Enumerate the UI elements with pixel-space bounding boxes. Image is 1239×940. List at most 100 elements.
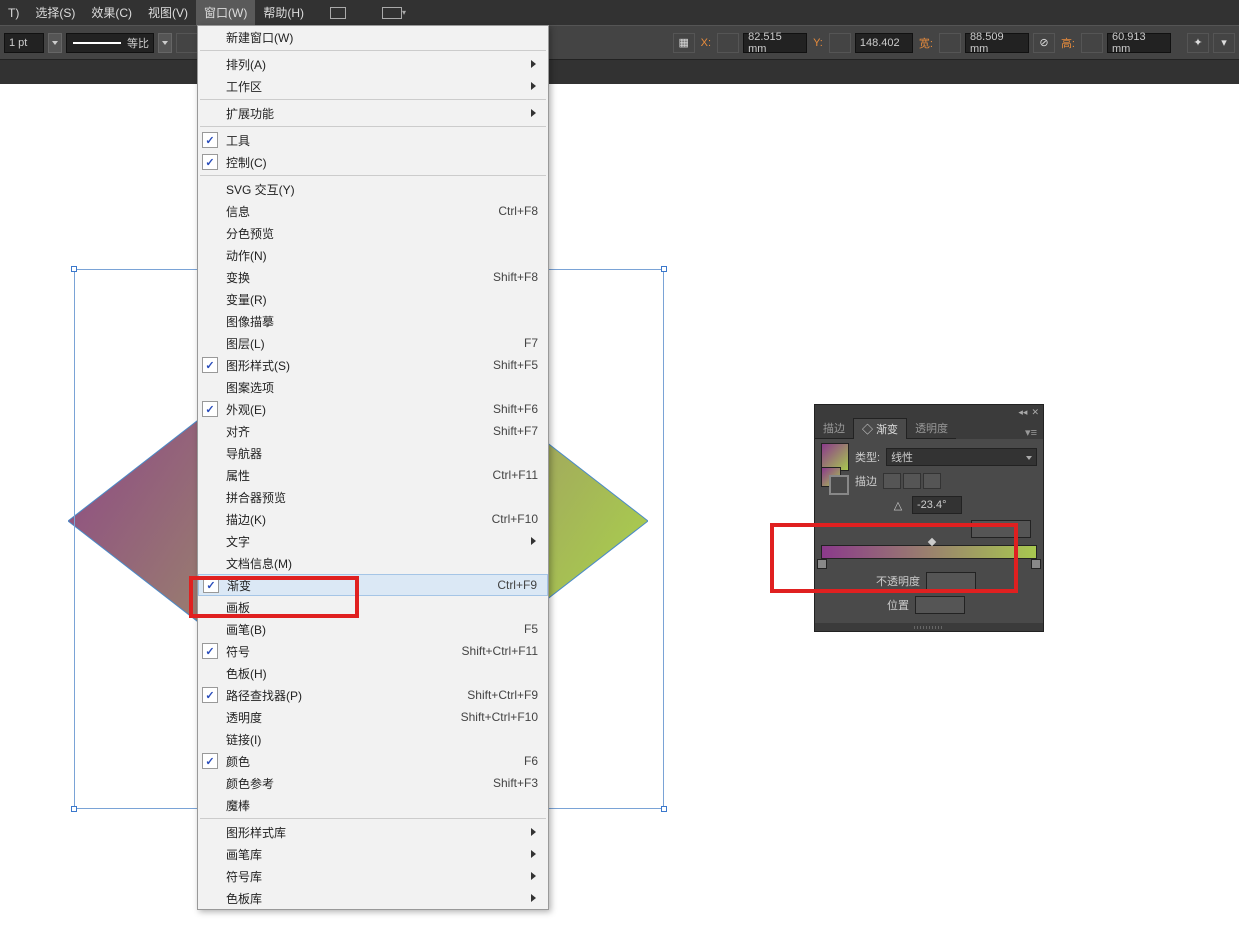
location-field[interactable] — [915, 596, 965, 614]
menu-row[interactable]: 色板库 — [198, 887, 548, 909]
menu-item-help[interactable]: 帮助(H) — [255, 0, 312, 25]
toolbar-icon-a[interactable]: ✦ — [1187, 33, 1209, 53]
gradient-slider[interactable] — [821, 545, 1037, 565]
panel-titlebar[interactable]: ◂◂ ✕ — [815, 405, 1043, 419]
panel-resize-grip[interactable] — [815, 623, 1043, 631]
toolbar-icon-b[interactable]: ▾ — [1213, 33, 1235, 53]
menu-row[interactable]: 画板 — [198, 596, 548, 618]
stroke-type-btn-2[interactable] — [903, 473, 921, 489]
menu-row[interactable]: 链接(I) — [198, 728, 548, 750]
menu-row[interactable]: 图像描摹 — [198, 310, 548, 332]
menu-row[interactable]: ✓符号Shift+Ctrl+F11 — [198, 640, 548, 662]
stroke-size-dropdown[interactable] — [48, 33, 62, 53]
tab-stroke[interactable]: 描边 — [815, 418, 853, 439]
stroke-style-field[interactable]: 等比 — [66, 33, 154, 53]
tab-gradient[interactable]: ◇ 渐变 — [853, 418, 907, 439]
resize-handle-tl[interactable] — [71, 266, 77, 272]
menu-row[interactable]: 扩展功能 — [198, 102, 548, 124]
check-icon: ✓ — [202, 643, 218, 659]
panel-close-icon[interactable]: ✕ — [1031, 407, 1039, 418]
toolbar-icon[interactable] — [176, 33, 198, 53]
menu-row[interactable]: SVG 交互(Y) — [198, 178, 548, 200]
stroke-preview — [73, 42, 121, 44]
menu-label: 画笔(B) — [226, 621, 524, 638]
menu-divider — [200, 50, 546, 51]
gradient-stop-left[interactable] — [817, 559, 827, 571]
menu-row[interactable]: 变换Shift+F8 — [198, 266, 548, 288]
menu-row[interactable]: ✓图形样式(S)Shift+F5 — [198, 354, 548, 376]
menu-row[interactable]: 画笔库 — [198, 843, 548, 865]
stroke-style-dropdown[interactable] — [158, 33, 172, 53]
menu-row[interactable]: 文字 — [198, 530, 548, 552]
menu-row[interactable]: 分色预览 — [198, 222, 548, 244]
angle-field[interactable]: -23.4° — [912, 496, 962, 514]
h-stepper[interactable] — [1081, 33, 1103, 53]
h-field[interactable]: 60.913 mm — [1107, 33, 1171, 53]
menu-row[interactable]: 图形样式库 — [198, 821, 548, 843]
menu-row[interactable]: 拼合器预览 — [198, 486, 548, 508]
menu-row[interactable]: 魔棒 — [198, 794, 548, 816]
stroke-type-btn-1[interactable] — [883, 473, 901, 489]
layout-icon-1[interactable] — [326, 3, 350, 23]
menu-row[interactable]: 属性Ctrl+F11 — [198, 464, 548, 486]
menu-row[interactable]: 工作区 — [198, 75, 548, 97]
panel-menu-icon[interactable]: ▾≡ — [1019, 426, 1043, 439]
menu-row[interactable]: 描边(K)Ctrl+F10 — [198, 508, 548, 530]
w-field[interactable]: 88.509 mm — [965, 33, 1029, 53]
menu-row[interactable]: 颜色参考Shift+F3 — [198, 772, 548, 794]
menu-row[interactable]: ✓路径查找器(P)Shift+Ctrl+F9 — [198, 684, 548, 706]
menu-row[interactable]: 导航器 — [198, 442, 548, 464]
resize-handle-br[interactable] — [661, 806, 667, 812]
stroke-type-btn-3[interactable] — [923, 473, 941, 489]
w-stepper[interactable] — [939, 33, 961, 53]
check-icon: ✓ — [202, 401, 218, 417]
menu-row[interactable]: 图层(L)F7 — [198, 332, 548, 354]
menu-row[interactable]: 动作(N) — [198, 244, 548, 266]
y-field[interactable]: 148.402 — [855, 33, 913, 53]
menu-row[interactable]: ✓ 外观(E)Shift+F6 — [198, 398, 548, 420]
fill-stroke-toggle[interactable] — [821, 467, 849, 495]
menu-row[interactable]: 新建窗口(W) — [198, 26, 548, 48]
resize-handle-tr[interactable] — [661, 266, 667, 272]
menu-row[interactable]: 对齐Shift+F7 — [198, 420, 548, 442]
panel-collapse-icon[interactable]: ◂◂ — [1018, 407, 1027, 418]
menu-row[interactable]: ✓工具 — [198, 129, 548, 151]
gradient-stop-right[interactable] — [1031, 559, 1041, 571]
menu-item-view[interactable]: 视图(V) — [140, 0, 196, 25]
opacity-field[interactable] — [926, 572, 976, 590]
menu-item[interactable]: T) — [0, 0, 27, 25]
resize-handle-bl[interactable] — [71, 806, 77, 812]
menu-row[interactable]: 符号库 — [198, 865, 548, 887]
menu-row[interactable]: ✓颜色F6 — [198, 750, 548, 772]
menu-row[interactable]: 文档信息(M) — [198, 552, 548, 574]
ratio-field[interactable] — [971, 520, 1031, 538]
menu-row[interactable]: 画笔(B)F5 — [198, 618, 548, 640]
menu-item-select[interactable]: 选择(S) — [27, 0, 83, 25]
menu-row[interactable]: 图案选项 — [198, 376, 548, 398]
link-icon[interactable]: ⊘ — [1033, 33, 1055, 53]
menu-item-effect[interactable]: 效果(C) — [83, 0, 140, 25]
menu-shortcut: Shift+F6 — [493, 402, 538, 416]
menu-row[interactable]: ✓控制(C) — [198, 151, 548, 173]
menu-item-window[interactable]: 窗口(W) — [196, 0, 255, 25]
menu-label: 外观(E) — [226, 401, 493, 418]
layout-icon-2[interactable]: ▾ — [382, 3, 406, 23]
y-stepper[interactable] — [829, 33, 851, 53]
gradient-bar[interactable] — [821, 545, 1037, 559]
menu-row[interactable]: 色板(H) — [198, 662, 548, 684]
menu-row[interactable]: ✓渐变Ctrl+F9 — [198, 574, 548, 596]
menu-row[interactable]: 透明度Shift+Ctrl+F10 — [198, 706, 548, 728]
x-stepper[interactable] — [717, 33, 739, 53]
menu-row[interactable]: 变量(R) — [198, 288, 548, 310]
x-field[interactable]: 82.515 mm — [743, 33, 807, 53]
menu-label: 工作区 — [226, 78, 538, 95]
menu-row[interactable]: 信息Ctrl+F8 — [198, 200, 548, 222]
check-icon: ✓ — [202, 687, 218, 703]
type-select[interactable]: 线性 — [886, 448, 1037, 466]
tab-transparency[interactable]: 透明度 — [907, 418, 956, 439]
menu-label: 透明度 — [226, 709, 461, 726]
menu-row[interactable]: 排列(A) — [198, 53, 548, 75]
submenu-arrow-icon — [531, 850, 540, 858]
stroke-size-field[interactable]: 1 pt — [4, 33, 44, 53]
grid-icon[interactable]: ▦ — [673, 33, 695, 53]
